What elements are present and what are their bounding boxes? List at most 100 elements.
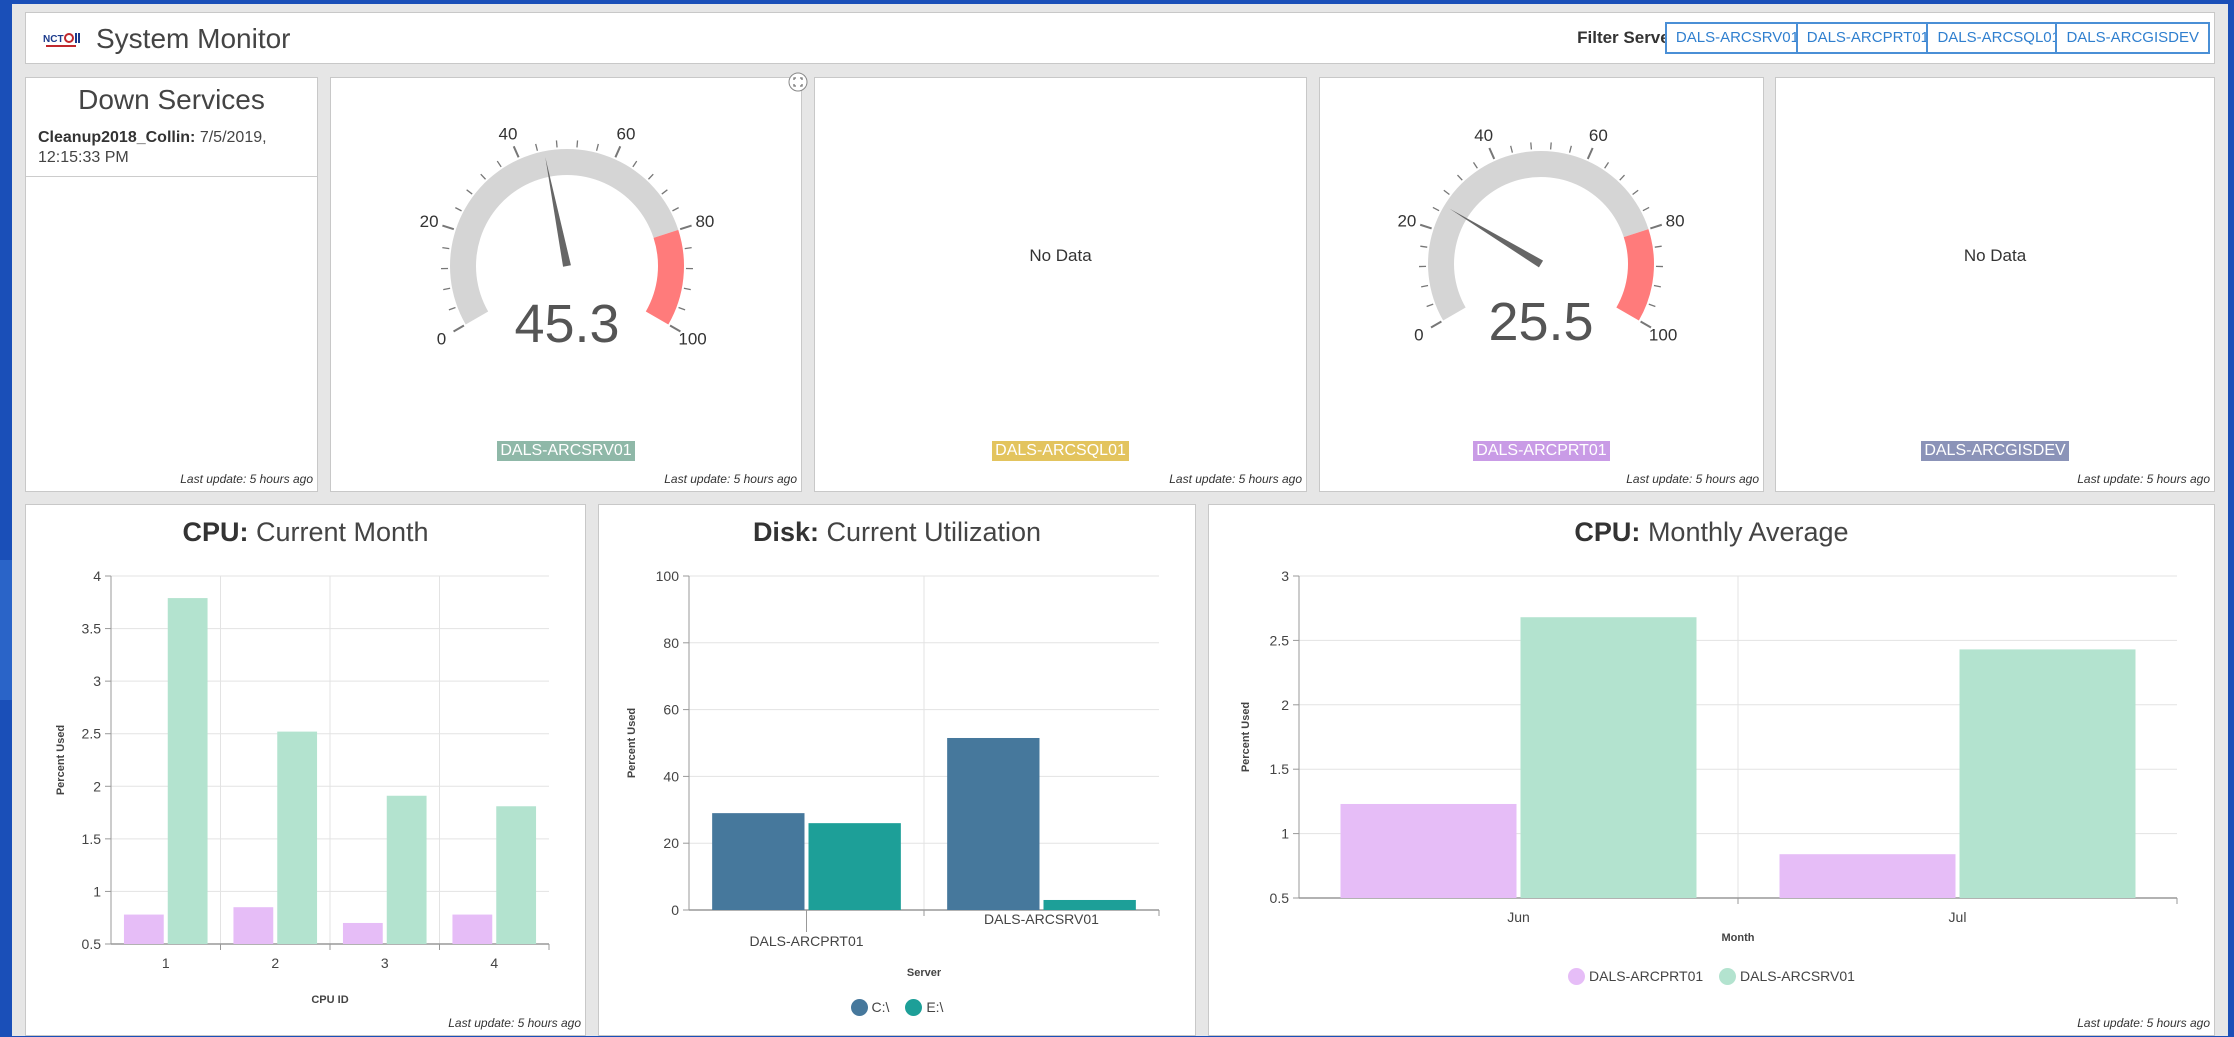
x-axis-label: Month (1722, 932, 1755, 944)
no-data-text: No Data (1776, 246, 2214, 266)
filter-button-arcgisdev[interactable]: DALS-ARCGISDEV (2055, 22, 2210, 54)
legend-item-e[interactable]: E:\ (905, 999, 943, 1016)
filter-button-arcprt01[interactable]: DALS-ARCPRT01 (1796, 22, 1940, 54)
y-tick-label: 40 (663, 768, 679, 784)
disk-utilization-panel: Disk: Current Utilization 020406080100DA… (598, 504, 1196, 1036)
x-tick-label: Jun (1507, 909, 1530, 925)
gauge-scale-label: 0 (437, 330, 446, 349)
gauge-scale-label: 60 (1589, 126, 1608, 145)
x-tick-label: Jul (1949, 909, 1967, 925)
legend-dot (1568, 968, 1585, 985)
gauge-scale-label: 40 (499, 125, 518, 144)
gauge-panel-arcsrv01: 02040608010045.3 DALS-ARCSRV01 Last upda… (330, 77, 802, 492)
gauge-panel-arcprt01: 02040608010025.5 DALS-ARCPRT01 Last upda… (1319, 77, 1764, 492)
y-tick-label: 2.5 (82, 726, 102, 742)
x-tick-label: 2 (271, 955, 279, 971)
last-update-text: Last update: 5 hours ago (1169, 472, 1302, 486)
gauge-tick (1654, 286, 1661, 287)
no-data-text: No Data (815, 246, 1306, 266)
down-service-item[interactable]: Cleanup2018_Collin: 7/5/2019, 12:15:33 P… (38, 128, 298, 168)
y-tick-label: 4 (93, 568, 101, 584)
server-label: DALS-ARCSRV01 (331, 441, 801, 461)
gauge-red-zone (646, 230, 684, 325)
last-update-text: Last update: 5 hours ago (2077, 1016, 2210, 1030)
gauge-tick (1588, 148, 1593, 159)
cpu-current-month-chart: 0.511.522.533.541234CPU IDPercent Used (26, 505, 587, 1037)
y-axis-label: Percent Used (55, 725, 67, 795)
gauge-tick (514, 146, 519, 157)
y-tick-label: 0.5 (82, 936, 102, 952)
gauge-tick (1473, 162, 1477, 168)
y-tick-label: 1.5 (1270, 761, 1290, 777)
gauge-red-zone (1616, 229, 1654, 320)
gauge-tick (680, 226, 691, 230)
svg-text:NCT: NCT (43, 34, 64, 45)
cpu-gauge: 02040608010045.3 (331, 78, 803, 378)
bar (1044, 900, 1136, 910)
down-services-panel: Down Services Cleanup2018_Collin: 7/5/20… (25, 77, 318, 492)
y-tick-label: 1 (93, 883, 101, 899)
gauge-scale-label: 100 (678, 330, 706, 349)
disk-legend: C:\ E:\ (599, 999, 1195, 1016)
gauge-tick (1605, 162, 1609, 168)
bar (1521, 617, 1697, 898)
gauge-tick (1633, 190, 1639, 194)
gauge-scale-label: 60 (617, 125, 636, 144)
legend-item-arcsrv01[interactable]: DALS-ARCSRV01 (1719, 968, 1855, 985)
bar (712, 813, 804, 910)
legend-dot (851, 999, 868, 1016)
bar (947, 738, 1039, 910)
bar (452, 915, 492, 944)
bar (168, 598, 208, 944)
expand-icon[interactable] (788, 72, 808, 92)
gauge-tick (1511, 146, 1513, 153)
gauge-tick (442, 226, 453, 230)
disk-utilization-chart: 020406080100DALS-ARCPRT01DALS-ARCSRV01Se… (599, 505, 1197, 1037)
legend-dot (905, 999, 922, 1016)
gauge-needle (1449, 209, 1543, 268)
gauge-tick (597, 144, 599, 151)
gauge-tick (536, 144, 538, 151)
y-tick-label: 20 (663, 835, 679, 851)
header-bar: NCT System Monitor Filter Server: DALS-A… (25, 12, 2215, 64)
last-update-text: Last update: 5 hours ago (180, 472, 313, 486)
bar (277, 732, 317, 944)
gauge-scale-label: 20 (1397, 211, 1416, 230)
gauge-scale-label: 20 (420, 212, 439, 231)
x-tick-label: 4 (490, 955, 498, 971)
y-tick-label: 60 (663, 702, 679, 718)
y-tick-label: 1 (1281, 826, 1289, 842)
gauge-scale-label: 0 (1414, 326, 1423, 345)
x-tick-label: 1 (162, 955, 170, 971)
nctcog-logo-icon: NCT (42, 26, 82, 52)
y-tick-label: 3 (93, 673, 101, 689)
gauge-tick (497, 161, 501, 167)
server-label: DALS-ARCSQL01 (815, 441, 1306, 461)
legend-item-c[interactable]: C:\ (851, 999, 890, 1016)
filter-button-arcsql01[interactable]: DALS-ARCSQL01 (1926, 22, 2071, 54)
gauge-tick (633, 161, 637, 167)
cpu-gauge: 02040608010025.5 (1320, 78, 1765, 378)
y-tick-label: 80 (663, 635, 679, 651)
y-tick-label: 0.5 (1270, 890, 1290, 906)
server-label-text: DALS-ARCSQL01 (992, 441, 1129, 461)
bar (233, 907, 273, 944)
service-name: Cleanup2018_Collin: (38, 129, 195, 146)
filter-button-arcsrv01[interactable]: DALS-ARCSRV01 (1665, 22, 1810, 54)
legend-item-arcprt01[interactable]: DALS-ARCPRT01 (1568, 968, 1703, 985)
down-services-title: Down Services (26, 84, 317, 116)
y-tick-label: 2 (93, 778, 101, 794)
last-update-text: Last update: 5 hours ago (1626, 472, 1759, 486)
gauge-tick (1444, 190, 1450, 194)
gauge-tick (1570, 146, 1572, 153)
gauge-tick (481, 174, 486, 179)
side-strip (0, 560, 12, 700)
gauge-tick (577, 140, 578, 147)
bar (496, 806, 536, 944)
gauge-value: 25.5 (1488, 292, 1593, 352)
server-label-text: DALS-ARCPRT01 (1473, 441, 1609, 461)
gauge-scale-label: 100 (1649, 326, 1677, 345)
cpu-monthly-average-panel: CPU: Monthly Average 0.511.522.53JunJulM… (1208, 504, 2215, 1036)
server-label-text: DALS-ARCSRV01 (497, 441, 634, 461)
server-label: DALS-ARCGISDEV (1776, 441, 2214, 461)
